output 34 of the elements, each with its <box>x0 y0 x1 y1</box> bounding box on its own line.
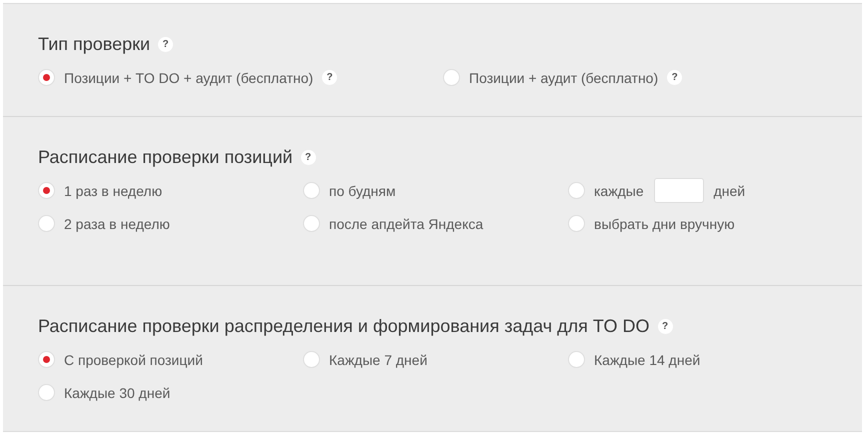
option-label: после апдейта Яндекса <box>329 216 484 232</box>
option-label: Каждые 7 дней <box>329 352 428 368</box>
option-label: выбрать дни вручную <box>594 216 735 232</box>
option-label: Каждые 30 дней <box>64 384 170 400</box>
option-label: каждые <box>594 182 644 198</box>
radio-button[interactable] <box>568 351 585 368</box>
help-icon[interactable]: ? <box>667 70 682 85</box>
radio-button[interactable] <box>303 215 320 232</box>
option-label: по будням <box>329 182 396 198</box>
radio-button[interactable] <box>568 182 585 199</box>
section-title: Расписание проверки распределения и формирования задач для TO DO <box>38 316 650 337</box>
option-label: Позиции + аудит (бесплатно) <box>469 70 658 86</box>
radio-button[interactable] <box>38 182 55 199</box>
option-label: 2 раза в неделю <box>64 216 170 232</box>
section-title: Тип проверки <box>38 34 150 55</box>
days-input[interactable] <box>654 178 704 203</box>
help-icon[interactable]: ? <box>158 37 174 52</box>
radio-button[interactable] <box>38 384 55 401</box>
radio-button[interactable] <box>38 351 55 368</box>
help-icon[interactable]: ? <box>658 319 673 334</box>
radio-button[interactable] <box>568 215 585 232</box>
option-label: С проверкой позиций <box>64 352 203 368</box>
radio-button[interactable] <box>38 215 55 232</box>
radio-button[interactable] <box>38 69 55 86</box>
radio-button[interactable] <box>303 182 320 199</box>
option-label: дней <box>714 182 746 198</box>
option-label: Каждые 14 дней <box>594 352 700 368</box>
section-title: Расписание проверки позиций <box>38 147 293 168</box>
option-label: Позиции + TO DO + аудит (бесплатно) <box>64 70 314 86</box>
radio-button[interactable] <box>443 69 460 86</box>
radio-button[interactable] <box>303 351 320 368</box>
help-icon[interactable]: ? <box>322 70 338 85</box>
option-label: 1 раз в неделю <box>64 182 162 198</box>
help-icon[interactable]: ? <box>300 150 316 165</box>
